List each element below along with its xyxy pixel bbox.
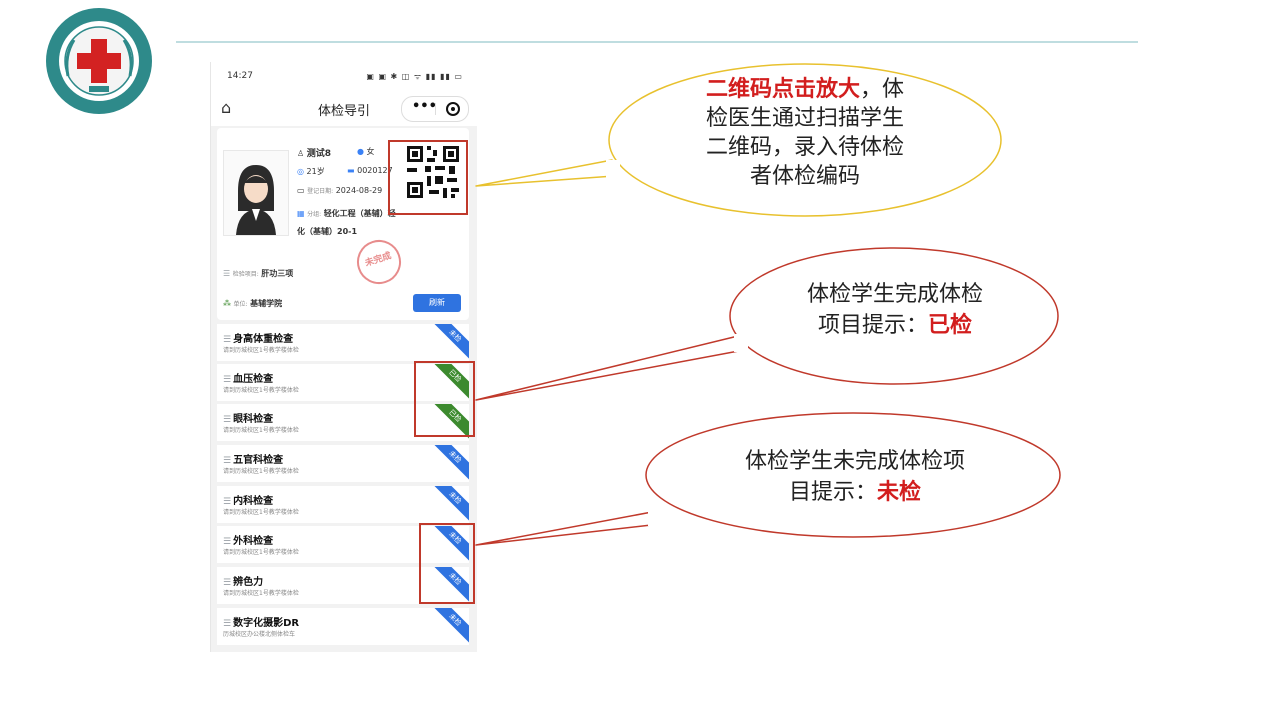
callout-bubbles <box>259 57 1061 546</box>
done-callout-highlight: 已检 <box>928 312 973 338</box>
qr-callout-line3: 二维码，录入待体检 <box>705 135 904 160</box>
qr-callout-line2: 检医生通过扫描学生 <box>705 106 904 131</box>
undone-callout-line1: 体检学生未完成体检项 <box>744 449 965 474</box>
done-callout-text: 体检学生完成体检 项目提示：已检 <box>760 280 1030 341</box>
undone-callout-tail <box>475 511 661 546</box>
undone-callout-line2: 目提示： <box>788 480 877 505</box>
done-callout-line1: 体检学生完成体检 <box>806 282 983 307</box>
qr-callout-highlight: 二维码点击放大 <box>705 76 860 102</box>
qr-callout-line1: ，体 <box>860 77 905 102</box>
qr-callout-bubble <box>259 57 640 213</box>
done-callout-line2: 项目提示： <box>817 313 928 338</box>
qr-callout-text: 二维码点击放大，体 检医生通过扫描学生 二维码，录入待体检 者体检编码 <box>660 75 950 191</box>
undone-callout-highlight: 未检 <box>877 479 922 505</box>
done-callout-tail <box>475 335 745 401</box>
undone-callout-text: 体检学生未完成体检项 目提示：未检 <box>700 447 1010 508</box>
qr-callout-line4: 者体检编码 <box>749 164 860 189</box>
qr-callout-tail <box>475 159 615 187</box>
